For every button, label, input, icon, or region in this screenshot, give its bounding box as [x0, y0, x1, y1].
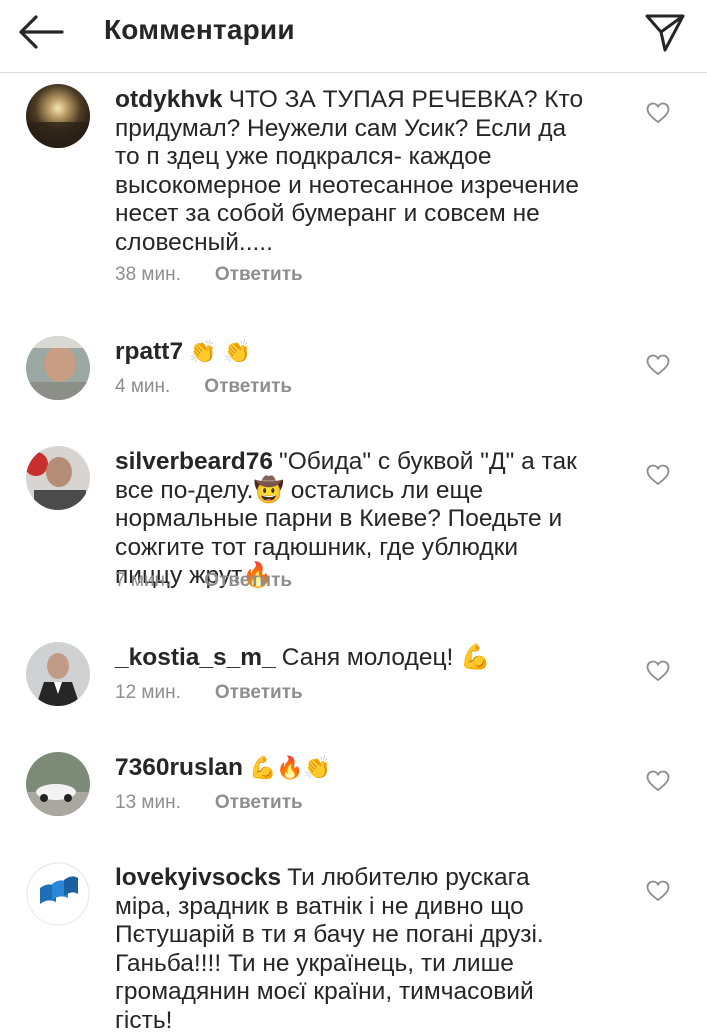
- comment-text-block: _kostia_s_m_ Саня молодец! 💪: [115, 644, 585, 673]
- heart-icon[interactable]: [646, 354, 670, 376]
- avatar[interactable]: [26, 642, 90, 706]
- avatar[interactable]: [26, 446, 90, 510]
- reply-button[interactable]: Ответить: [204, 570, 292, 592]
- comment-time: 13 мин.: [115, 792, 181, 813]
- comment-item: 7360ruslan 💪🔥👏 13 мин. Ответить: [0, 752, 707, 822]
- comment-time: 7 мин.: [115, 570, 171, 591]
- comment-username[interactable]: 7360ruslan: [115, 754, 243, 781]
- comment-username[interactable]: _kostia_s_m_: [115, 644, 276, 671]
- comment-meta: 13 мин. Ответить: [115, 792, 303, 814]
- paper-plane-icon: [645, 14, 685, 52]
- comment-username[interactable]: otdykhvk: [115, 86, 223, 113]
- comment-text-block: otdykhvk ЧТО ЗА ТУПАЯ РЕЧЕВКА? Кто придум…: [115, 86, 585, 257]
- back-button[interactable]: [16, 12, 68, 52]
- reply-button[interactable]: Ответить: [215, 792, 303, 814]
- comment-item: silverbeard76 "Обида" с буквой "Д" а так …: [0, 446, 707, 602]
- comment-text-block: rpatt7 👏 👏: [115, 338, 585, 368]
- avatar[interactable]: [26, 84, 90, 148]
- comment-item: otdykhvk ЧТО ЗА ТУПАЯ РЕЧЕВКА? Кто придум…: [0, 84, 707, 304]
- comment-meta: 4 мин. Ответить: [115, 376, 292, 398]
- avatar[interactable]: [26, 752, 90, 816]
- share-button[interactable]: [643, 10, 687, 54]
- heart-icon[interactable]: [646, 880, 670, 902]
- comment-item: _kostia_s_m_ Саня молодец! 💪 12 мин. Ответ…: [0, 642, 707, 712]
- arrow-left-icon: [19, 15, 64, 49]
- reply-button[interactable]: Ответить: [204, 376, 292, 398]
- comment-username[interactable]: silverbeard76: [115, 448, 273, 475]
- comment-body: 💪🔥👏: [249, 756, 332, 781]
- comment-text-block: 7360ruslan 💪🔥👏: [115, 754, 585, 784]
- comment-item: lovekyivsocks Ти любителю рускага міра, з…: [0, 862, 707, 1034]
- comment-text-block: lovekyivsocks Ти любителю рускага міра, з…: [115, 864, 585, 1035]
- comment-time: 4 мин.: [115, 376, 171, 397]
- comment-body: Саня молодец! 💪: [281, 644, 491, 671]
- comment-item: rpatt7 👏 👏 4 мин. Ответить: [0, 336, 707, 406]
- page-title: Комментарии: [104, 14, 295, 45]
- comment-body: 👏 👏: [189, 340, 251, 365]
- heart-icon[interactable]: [646, 464, 670, 486]
- avatar[interactable]: [26, 862, 90, 926]
- comment-time: 38 мин.: [115, 264, 181, 285]
- comment-meta: 12 мин. Ответить: [115, 682, 303, 704]
- reply-button[interactable]: Ответить: [215, 264, 303, 286]
- comment-meta: 7 мин. Ответить: [115, 570, 292, 592]
- header-bar: Комментарии: [0, 0, 707, 73]
- reply-button[interactable]: Ответить: [215, 682, 303, 704]
- heart-icon[interactable]: [646, 660, 670, 682]
- comment-username[interactable]: lovekyivsocks: [115, 864, 281, 891]
- comment-time: 12 мин.: [115, 682, 181, 703]
- heart-icon[interactable]: [646, 102, 670, 124]
- comment-meta: 38 мин. Ответить: [115, 264, 303, 286]
- avatar[interactable]: [26, 336, 90, 400]
- comment-username[interactable]: rpatt7: [115, 338, 183, 365]
- heart-icon[interactable]: [646, 770, 670, 792]
